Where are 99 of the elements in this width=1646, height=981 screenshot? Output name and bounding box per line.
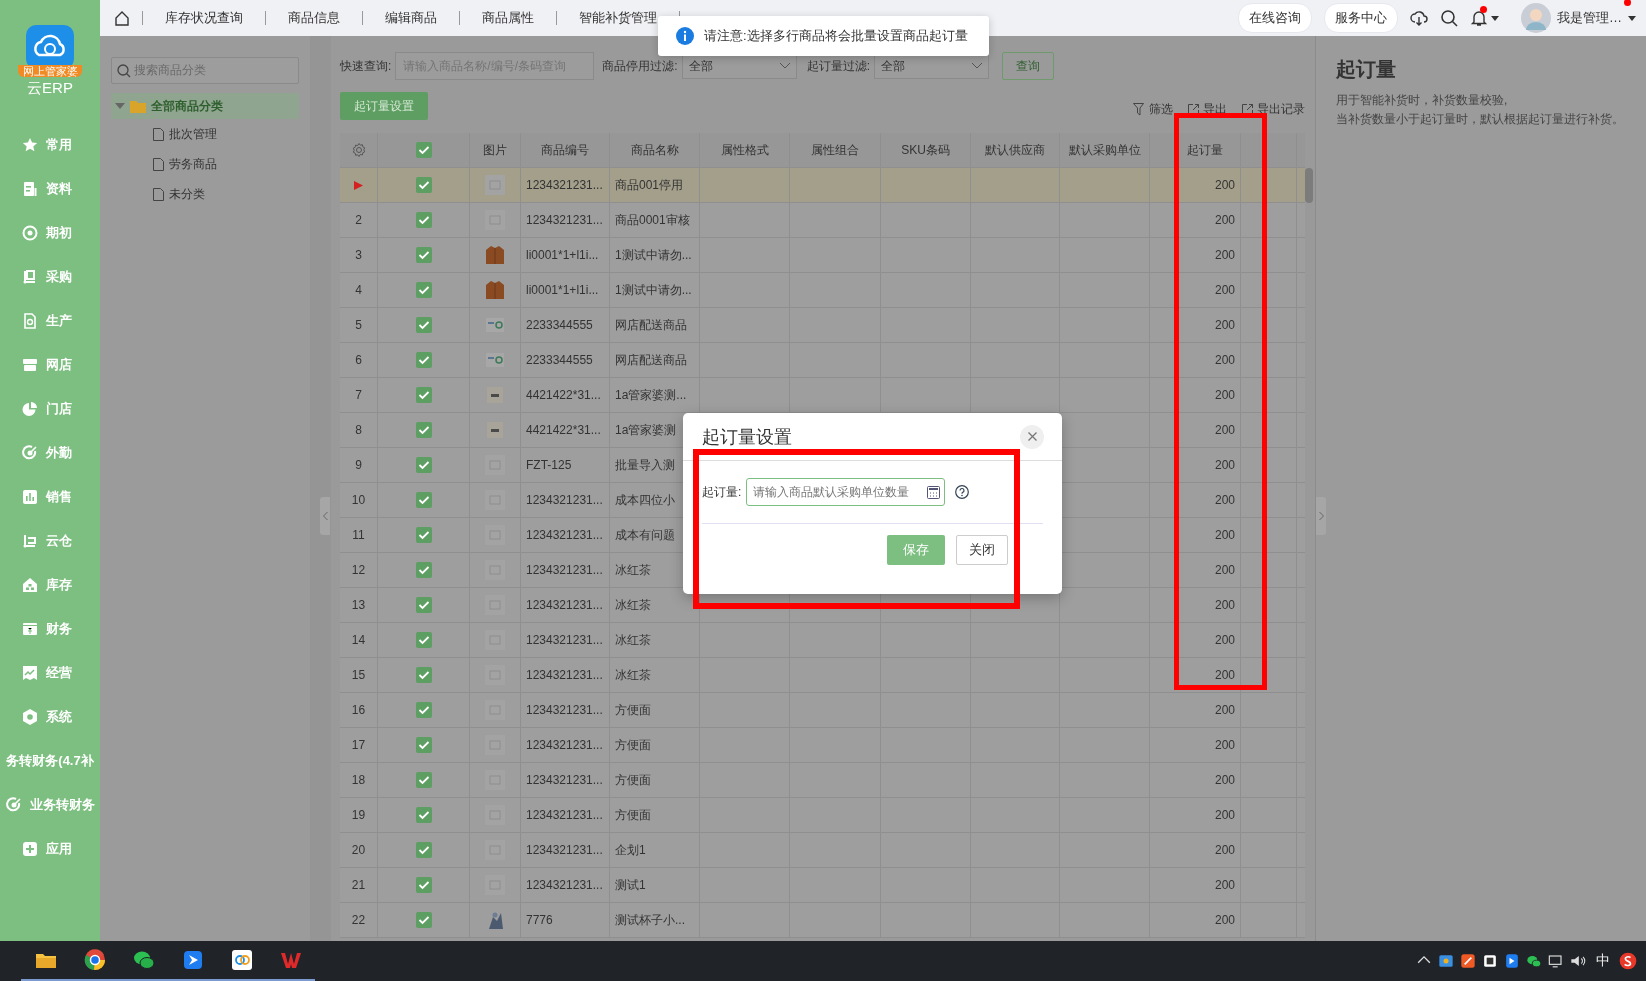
table-cell: 1234321231... [526, 493, 603, 507]
table-cell: 成本有问题 [615, 526, 675, 544]
table-cell: 200 [1214, 668, 1235, 682]
table-cell: 网店配送商品 [615, 351, 687, 369]
table-cell: 200 [1214, 528, 1235, 542]
table-cell: 200 [1214, 563, 1235, 577]
table-cell: 200 [1214, 353, 1235, 367]
table-cell: 200 [1214, 318, 1235, 332]
table-cell: li0001*1+l1i... [526, 248, 599, 262]
filter-label: 起订量过滤: [806, 57, 871, 75]
table-cell: 200 [1214, 843, 1235, 857]
row-number: 5 [355, 318, 362, 332]
table-cell: 200 [1214, 633, 1235, 647]
table-cell: 200 [1214, 913, 1235, 927]
table-cell: 200 [1214, 423, 1235, 437]
row-number: 6 [355, 353, 362, 367]
table-cell: 1a管家婆测... [615, 386, 687, 404]
table-cell: 批量导入测 [615, 456, 675, 474]
logo-badge: 网上管家婆 [18, 65, 82, 77]
table-cell: 200 [1214, 493, 1235, 507]
table-cell: 1234321231... [526, 598, 603, 612]
table-cell: 方便面 [615, 771, 651, 789]
table-cell: 200 [1214, 458, 1235, 472]
table-cell: 网店配送商品 [615, 316, 687, 334]
table-cell: 1234321231... [526, 703, 603, 717]
table-cell: 1234321231... [526, 178, 603, 192]
row-number: 9 [355, 458, 362, 472]
row-number: 19 [351, 808, 366, 822]
table-cell: 4421422*31... [526, 423, 601, 437]
row-number: 4 [355, 283, 362, 297]
table-cell: 7776 [526, 913, 553, 927]
app-name: 云ERP [27, 79, 73, 98]
table-cell: 1234321231... [526, 773, 603, 787]
table-cell: 1234321231... [526, 668, 603, 682]
table-cell: 商品001停用 [615, 176, 684, 194]
row-number: 13 [351, 598, 366, 612]
table-cell: 200 [1214, 388, 1235, 402]
table-cell: 200 [1214, 703, 1235, 717]
row-number: 20 [351, 843, 366, 857]
table-cell: 1测试中请勿... [615, 281, 692, 299]
table-cell: 冰红茶 [615, 631, 651, 649]
table-cell: 方便面 [615, 701, 651, 719]
table-cell: 1234321231... [526, 633, 603, 647]
table-cell: 200 [1214, 808, 1235, 822]
table-cell: 1234321231... [526, 738, 603, 752]
filter-label: 快速查询: [340, 57, 392, 75]
table-cell: 1测试中请勿... [615, 246, 692, 264]
table-cell: 200 [1214, 283, 1235, 297]
field-label: 起订量: [702, 483, 742, 501]
row-number: 3 [355, 248, 362, 262]
row-number: 7 [355, 388, 362, 402]
row-number: 12 [351, 563, 366, 577]
table-cell: li0001*1+l1i... [526, 283, 599, 297]
table-cell: 4421422*31... [526, 388, 601, 402]
table-cell: 成本四位小 [615, 491, 675, 509]
row-number: 10 [351, 493, 366, 507]
dialog-title: 起订量设置 [702, 425, 792, 449]
table-cell: 1234321231... [526, 878, 603, 892]
row-number: 18 [351, 773, 366, 787]
table-cell: 200 [1214, 248, 1235, 262]
table-cell: 1234321231... [526, 563, 603, 577]
user-name: 我是管理… [1557, 9, 1622, 27]
table-cell: 冰红茶 [615, 666, 651, 684]
table-cell: 1234321231... [526, 808, 603, 822]
row-number: 16 [351, 703, 366, 717]
info-text: 用于智能补货时，补货数量校验, [1336, 92, 1509, 109]
table-cell: 1234321231... [526, 528, 603, 542]
row-number: 11 [352, 528, 365, 542]
table-cell: 200 [1214, 773, 1235, 787]
info-text: 当补货数量小于起订量时，默认根据起订量进行补货。 [1336, 111, 1625, 128]
row-number: 21 [351, 878, 366, 892]
row-number: 8 [355, 423, 362, 437]
table-cell: 200 [1214, 738, 1235, 752]
table-cell: 200 [1214, 878, 1235, 892]
row-number: 22 [351, 913, 366, 927]
table-cell: 1a管家婆测 [615, 421, 677, 439]
table-cell: 测试1 [615, 876, 646, 894]
row-number: 15 [351, 668, 366, 682]
table-cell: 测试杯子小... [615, 911, 685, 929]
table-cell: 1234321231... [526, 843, 603, 857]
table-cell: 方便面 [615, 806, 651, 824]
row-number: 2 [355, 213, 362, 227]
table-cell: 200 [1214, 178, 1235, 192]
table-cell: 冰红茶 [615, 561, 651, 579]
row-number: 14 [351, 633, 366, 647]
table-cell: 200 [1214, 598, 1235, 612]
table-cell: 200 [1214, 213, 1235, 227]
toast-message: 请注意:选择多行商品将会批量设置商品起订量 [704, 27, 968, 45]
table-cell: 企划1 [615, 841, 646, 859]
filter-label: 商品停用过滤: [602, 57, 678, 75]
row-number: 17 [351, 738, 366, 752]
table-cell: FZT-125 [526, 458, 572, 472]
table-cell: 商品0001审核 [615, 211, 690, 229]
table-cell: 冰红茶 [615, 596, 651, 614]
table-cell: 2233344555 [526, 353, 593, 367]
table-cell: 2233344555 [526, 318, 593, 332]
table-cell: 方便面 [615, 736, 651, 754]
info-title: 起订量 [1336, 57, 1397, 82]
table-cell: 1234321231... [526, 213, 603, 227]
